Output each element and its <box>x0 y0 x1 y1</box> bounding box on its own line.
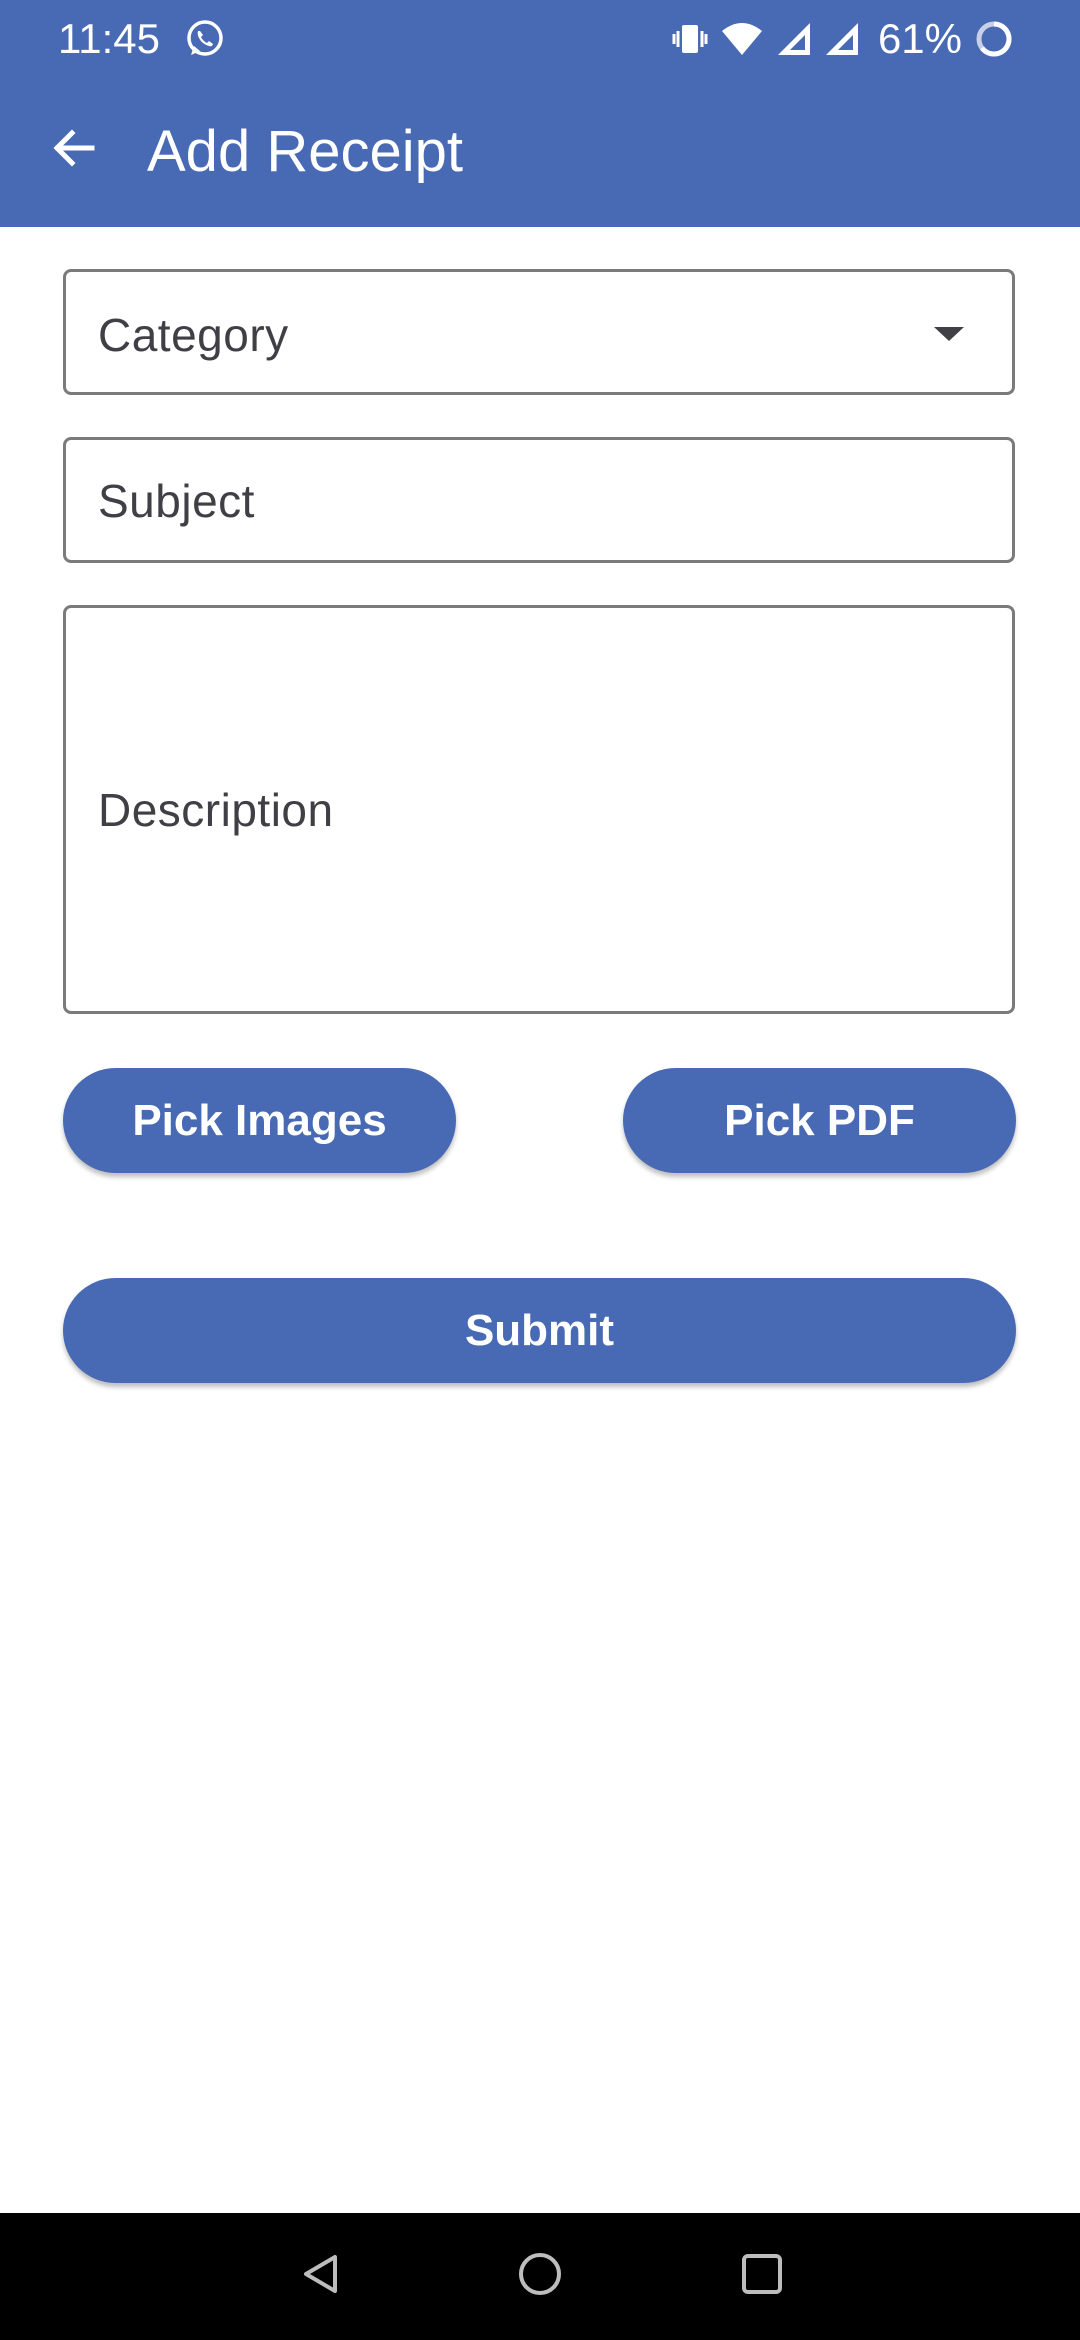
arrow-left-icon <box>50 124 98 177</box>
battery-percentage: 61% <box>877 15 962 62</box>
home-circle-icon <box>517 2251 563 2302</box>
status-bar: 11:45 61% <box>0 0 1080 80</box>
description-label: Description <box>98 784 334 836</box>
status-icons: 61% <box>672 14 1014 64</box>
whatsapp-icon <box>184 18 226 60</box>
battery-icon <box>974 19 1014 59</box>
dropdown-arrow-icon <box>934 327 964 341</box>
pick-images-button[interactable]: Pick Images <box>63 1068 456 1173</box>
status-time: 11:45 <box>58 15 160 62</box>
wifi-icon <box>720 19 764 59</box>
system-nav-bar <box>0 2213 1080 2340</box>
nav-back-button[interactable] <box>286 2241 356 2311</box>
page-title: Add Receipt <box>147 119 463 184</box>
back-triangle-icon <box>299 2252 343 2301</box>
recents-square-icon <box>740 2252 784 2301</box>
category-label: Category <box>98 309 289 361</box>
subject-label: Subject <box>98 475 255 527</box>
signal-icon <box>824 19 860 59</box>
description-input[interactable]: Description <box>63 605 1015 1014</box>
nav-home-button[interactable] <box>505 2241 575 2311</box>
subject-input[interactable]: Subject <box>63 437 1015 563</box>
app-bar: 11:45 61% Add Receipt <box>0 0 1080 227</box>
back-button[interactable] <box>36 112 112 188</box>
vibrate-icon <box>672 19 708 59</box>
nav-recents-button[interactable] <box>727 2241 797 2311</box>
category-dropdown[interactable]: Category <box>63 269 1015 395</box>
signal-icon <box>776 19 812 59</box>
submit-button[interactable]: Submit <box>63 1278 1016 1383</box>
pick-pdf-button[interactable]: Pick PDF <box>623 1068 1016 1173</box>
